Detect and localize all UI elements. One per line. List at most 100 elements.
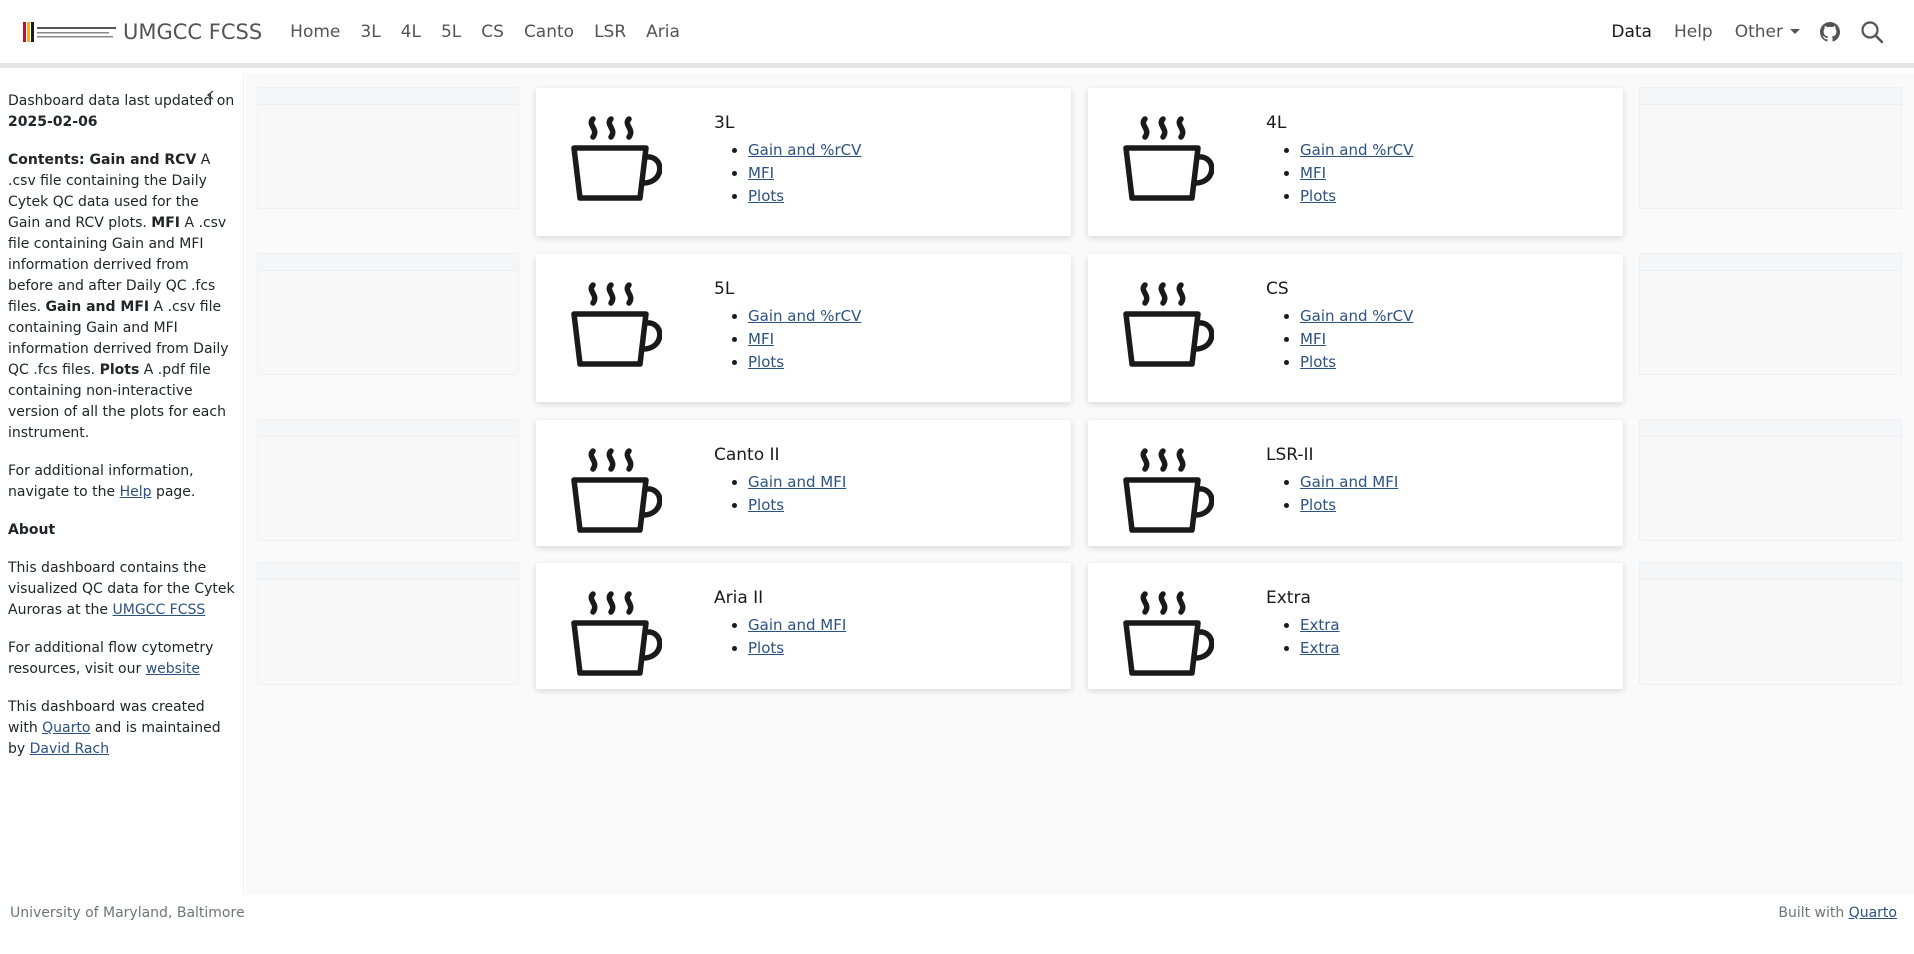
umgcc-fcss-link[interactable]: UMGCC FCSS <box>113 602 206 618</box>
coffee-cup-icon <box>570 589 663 685</box>
about-text: This dashboard contains the visualized Q… <box>8 558 235 621</box>
plots-link[interactable]: Plots <box>748 187 784 205</box>
github-icon[interactable] <box>1820 21 1840 42</box>
list-item: Plots <box>1300 494 1398 517</box>
sidebar: Dashboard data last updated on 2025-02-0… <box>0 73 244 895</box>
nav-cs[interactable]: CS <box>481 22 504 42</box>
university-logo[interactable] <box>22 18 117 46</box>
card-title: 5L <box>714 279 735 299</box>
list-item: Extra <box>1300 637 1340 660</box>
instrument-card-3l: 3L Gain and %rCV MFI Plots <box>536 88 1071 236</box>
site-title[interactable]: UMGCC FCSS <box>123 20 262 44</box>
top-navbar: UMGCC FCSS Home 3L 4L 5L CS Canto LSR Ar… <box>0 0 1914 68</box>
placeholder-card <box>257 253 519 375</box>
instrument-card-5l: 5L Gain and %rCV MFI Plots <box>536 254 1071 402</box>
nav-home[interactable]: Home <box>290 22 340 42</box>
caret-down-icon <box>1790 29 1800 34</box>
nav-help[interactable]: Help <box>1674 22 1713 42</box>
list-item: Plots <box>748 351 861 374</box>
gain-rcv-link[interactable]: Gain and %rCV <box>748 307 861 325</box>
instrument-card-lsr: LSR-II Gain and MFI Plots <box>1088 420 1623 546</box>
quarto-link[interactable]: Quarto <box>42 720 90 736</box>
placeholder-card <box>257 562 519 685</box>
card-link-list: Gain and %rCV MFI Plots <box>1266 305 1413 374</box>
mfi-link[interactable]: MFI <box>1300 330 1326 348</box>
collapse-sidebar-icon[interactable] <box>205 87 217 108</box>
mfi-link[interactable]: MFI <box>748 164 774 182</box>
website-link[interactable]: website <box>146 661 200 677</box>
list-item: Gain and %rCV <box>748 139 861 162</box>
list-item: Gain and MFI <box>748 614 846 637</box>
about-heading: About <box>8 520 235 541</box>
last-updated-date: 2025-02-06 <box>8 114 98 130</box>
nav-other-dropdown[interactable]: Other <box>1735 22 1800 42</box>
extra-link[interactable]: Extra <box>1300 616 1340 634</box>
plots-link[interactable]: Plots <box>1300 187 1336 205</box>
list-item: Gain and %rCV <box>1300 139 1413 162</box>
card-content: 5L Gain and %rCV MFI Plots <box>714 279 861 374</box>
coffee-cup-icon <box>1122 446 1215 542</box>
nav-aria[interactable]: Aria <box>646 22 680 42</box>
nav-other-label: Other <box>1734 21 1783 42</box>
secondary-nav: Data Help Other <box>1589 0 1914 63</box>
card-link-list: Gain and MFI Plots <box>1266 471 1398 517</box>
contents-description: Contents: Gain and RCV A .csv file conta… <box>8 150 235 444</box>
list-item: Plots <box>748 185 861 208</box>
footer-quarto-link[interactable]: Quarto <box>1849 905 1897 921</box>
card-title: Aria II <box>714 588 764 608</box>
gain-rcv-link[interactable]: Gain and %rCV <box>1300 307 1413 325</box>
gain-mfi-link[interactable]: Gain and MFI <box>748 616 846 634</box>
card-title: 4L <box>1266 113 1287 133</box>
instrument-card-aria: Aria II Gain and MFI Plots <box>536 563 1071 689</box>
list-item: Gain and MFI <box>748 471 846 494</box>
list-item: MFI <box>748 162 861 185</box>
card-title: Canto II <box>714 445 780 465</box>
david-rach-link[interactable]: David Rach <box>30 741 109 757</box>
gain-rcv-link[interactable]: Gain and %rCV <box>748 141 861 159</box>
nav-4l[interactable]: 4L <box>401 22 421 42</box>
coffee-cup-icon <box>1122 114 1215 210</box>
footer-built-with: Built with Quarto <box>1778 905 1897 921</box>
resources-text: For additional flow cytometry resources,… <box>8 638 235 680</box>
plots-link[interactable]: Plots <box>748 639 784 657</box>
placeholder-card <box>1639 87 1902 209</box>
list-item: Gain and MFI <box>1300 471 1398 494</box>
card-title: CS <box>1266 279 1289 299</box>
about-heading-text: About <box>8 522 56 538</box>
additional-info: For additional information, navigate to … <box>8 461 235 503</box>
card-link-list: Extra Extra <box>1266 614 1340 660</box>
gain-mfi-link[interactable]: Gain and MFI <box>1300 473 1398 491</box>
coffee-cup-icon <box>1122 589 1215 685</box>
mfi-link[interactable]: MFI <box>748 330 774 348</box>
nav-3l[interactable]: 3L <box>360 22 380 42</box>
footer-affiliation: University of Maryland, Baltimore <box>10 905 245 921</box>
plots-link[interactable]: Plots <box>1300 496 1336 514</box>
plots-link[interactable]: Plots <box>1300 353 1336 371</box>
card-link-list: Gain and %rCV MFI Plots <box>1266 139 1413 208</box>
placeholder-card <box>257 419 519 541</box>
placeholder-card <box>1639 419 1902 541</box>
card-title: LSR-II <box>1266 445 1314 465</box>
plots-link[interactable]: Plots <box>748 353 784 371</box>
gain-mfi-link[interactable]: Gain and MFI <box>748 473 846 491</box>
card-link-list: Gain and MFI Plots <box>714 471 846 517</box>
search-icon[interactable] <box>1860 20 1884 44</box>
mfi-link[interactable]: MFI <box>1300 164 1326 182</box>
gain-rcv-link[interactable]: Gain and %rCV <box>1300 141 1413 159</box>
plots-link[interactable]: Plots <box>748 496 784 514</box>
placeholder-card <box>1639 562 1902 685</box>
list-item: MFI <box>748 328 861 351</box>
list-item: Gain and %rCV <box>1300 305 1413 328</box>
nav-canto[interactable]: Canto <box>524 22 574 42</box>
brand[interactable]: UMGCC FCSS <box>22 18 262 46</box>
instrument-card-4l: 4L Gain and %rCV MFI Plots <box>1088 88 1623 236</box>
nav-lsr[interactable]: LSR <box>594 22 626 42</box>
extra-link[interactable]: Extra <box>1300 639 1340 657</box>
instrument-card-cs: CS Gain and %rCV MFI Plots <box>1088 254 1623 402</box>
nav-data[interactable]: Data <box>1611 22 1652 42</box>
nav-5l[interactable]: 5L <box>441 22 461 42</box>
card-link-list: Gain and %rCV MFI Plots <box>714 139 861 208</box>
contents-label-plots: Plots <box>99 362 140 378</box>
coffee-cup-icon <box>570 446 663 542</box>
help-link[interactable]: Help <box>120 484 152 500</box>
